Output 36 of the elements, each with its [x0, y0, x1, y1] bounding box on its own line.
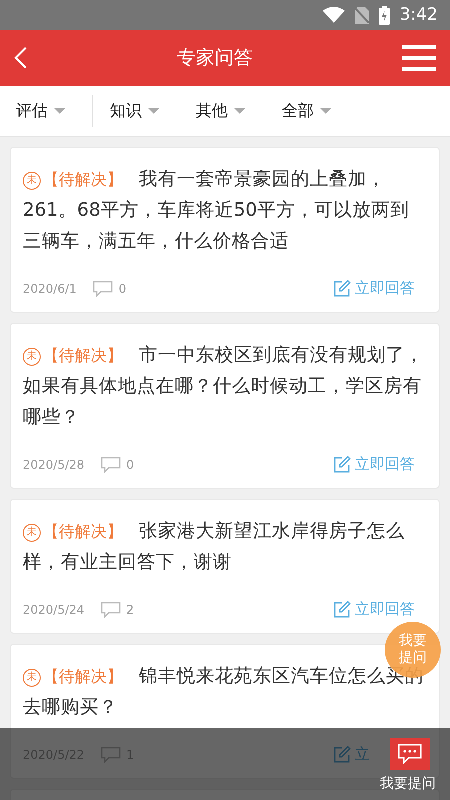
comment-icon — [100, 746, 121, 762]
dropdown-caret-icon — [54, 108, 66, 114]
comment-count: 0 — [118, 282, 127, 296]
dropdown-caret-icon — [320, 108, 332, 114]
filter-dropdown[interactable]: 其他 — [196, 100, 246, 122]
edit-icon — [333, 280, 351, 298]
filter-dropdown[interactable]: 评估 — [16, 100, 66, 122]
comment-icon — [100, 602, 121, 618]
filter-dropdown[interactable]: 知识 — [110, 100, 160, 122]
wifi-icon — [322, 7, 345, 23]
question-text: 未 【待解决】 张家港大新望江水岸得房子怎么样，有业主回答下，谢谢 — [23, 520, 406, 575]
comment-icon — [100, 456, 121, 472]
chat-button[interactable] — [390, 738, 430, 770]
edit-icon — [333, 600, 351, 618]
question-card[interactable]: 未 【待解决】 我有一套帝景豪园的上叠加，261。68平方，车库将近50平方，可以放两到三辆车，满五年，什么价格合适 2020/6/1 0 立即回答 — [10, 147, 440, 313]
question-card[interactable]: 未 【待解决】 市一中东校区到底有没有规划了，如果有具体地点在哪？什么时候动工，学区房有哪些？ 2020/5/28 0 立即回答 — [10, 323, 440, 489]
dropdown-caret-icon — [234, 108, 246, 114]
question-text: 未 【待解决】 市一中东校区到底有没有规划了，如果有具体地点在哪？什么时候动工，学区房有哪些？ — [23, 344, 425, 430]
page-title: 专家问答 — [177, 46, 253, 71]
question-text: 未 【待解决】 我有一套帝景豪园的上叠加，261。68平方，车库将近50平方，可以放两到三辆车，满五年，什么价格合适 — [23, 168, 410, 254]
back-button[interactable] — [14, 46, 28, 70]
question-date: 2020/5/28 — [23, 458, 85, 472]
comment-icon — [92, 280, 113, 296]
comment-count: 0 — [126, 458, 134, 472]
dropdown-caret-icon — [148, 108, 160, 114]
question-date: 2020/6/1 — [23, 282, 77, 296]
question-card[interactable]: 未 【待解决】 张家港大新望江水岸得房子怎么样，有业主回答下，谢谢 2020/5/24 2 立即回答 — [10, 499, 440, 634]
filter-dropdown[interactable]: 全部 — [282, 100, 332, 122]
edit-icon — [333, 456, 351, 474]
no-sim-icon — [354, 6, 369, 24]
menu-icon[interactable] — [402, 45, 436, 71]
battery-charging-icon — [378, 6, 390, 24]
edit-icon — [333, 746, 351, 764]
comment-count: 2 — [126, 602, 134, 616]
question-date: 2020/5/24 — [23, 602, 85, 616]
status-time: 3:42 — [400, 5, 438, 25]
